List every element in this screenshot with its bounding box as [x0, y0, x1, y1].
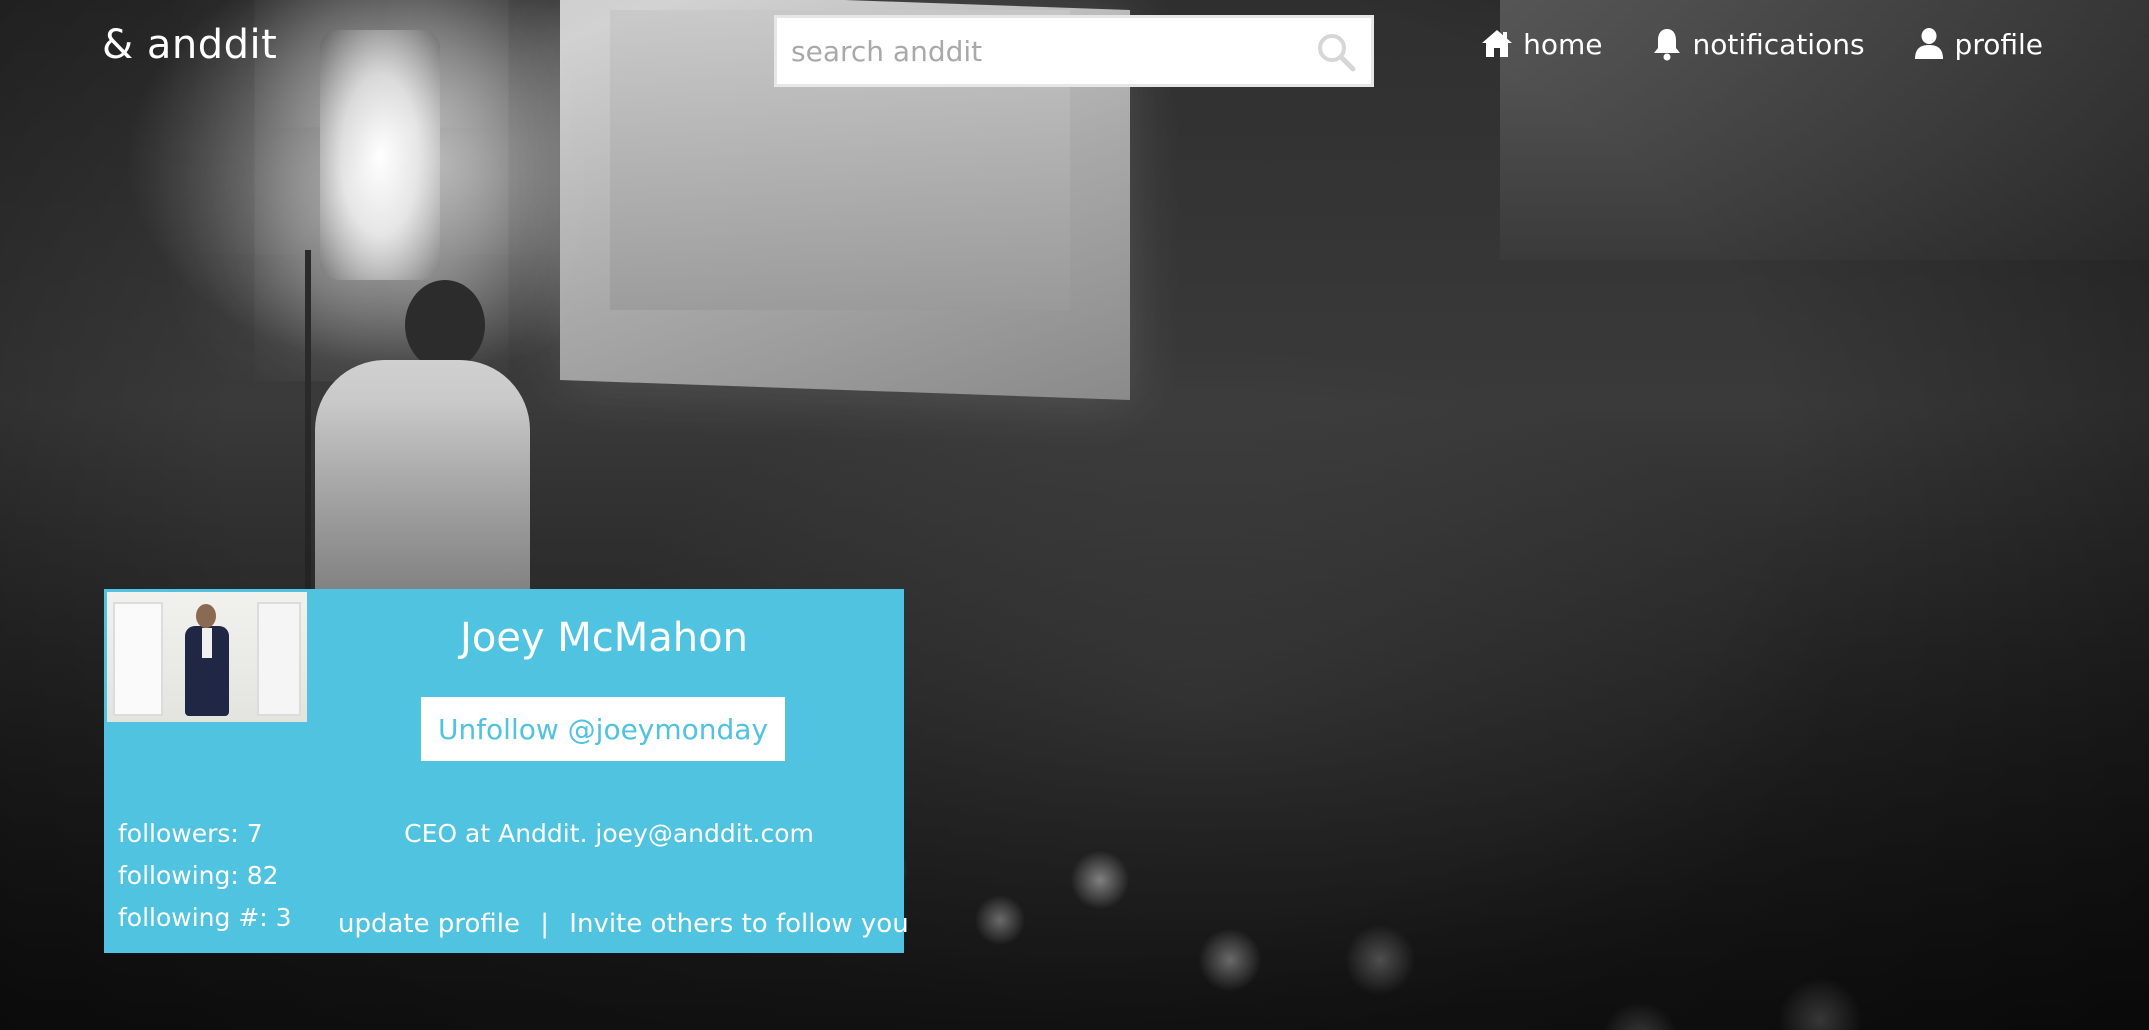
following-hashtags-count[interactable]: following #: 3 — [118, 897, 292, 939]
nav-profile-label: profile — [1954, 27, 2043, 61]
followers-count[interactable]: followers: 7 — [118, 813, 292, 855]
home-icon — [1482, 30, 1513, 57]
search-icon[interactable] — [1315, 31, 1357, 73]
search-box — [774, 15, 1374, 87]
nav-profile[interactable]: profile — [1911, 26, 2043, 62]
nav-notifications[interactable]: notifications — [1649, 26, 1865, 62]
profile-name: Joey McMahon — [460, 615, 748, 661]
invite-followers-link[interactable]: Invite others to follow you — [569, 909, 908, 939]
profile-stats: followers: 7 following: 82 following #: … — [118, 813, 292, 939]
actions-separator: | — [540, 909, 550, 939]
avatar — [107, 592, 307, 722]
search-input[interactable] — [777, 20, 1313, 82]
brand-logo[interactable]: & anddit — [102, 22, 277, 68]
nav-home-label: home — [1523, 27, 1603, 61]
user-icon — [1914, 28, 1943, 59]
page: & anddit home notifications — [0, 0, 2149, 1030]
unfollow-button[interactable]: Unfollow @joeymonday — [421, 697, 785, 761]
bell-icon — [1653, 29, 1680, 61]
nav-home[interactable]: home — [1479, 26, 1603, 62]
nav-notifications-label: notifications — [1692, 27, 1865, 61]
avatar-shirt — [202, 628, 212, 658]
avatar-bg-window-left — [113, 602, 163, 716]
profile-bio: CEO at Anddit. joey@anddit.com — [404, 819, 814, 848]
avatar-head — [196, 604, 216, 628]
top-nav: home notifications profile — [1479, 26, 2043, 62]
following-count[interactable]: following: 82 — [118, 855, 292, 897]
avatar-bg-window-right — [257, 602, 301, 716]
profile-card: Joey McMahon Unfollow @joeymonday follow… — [104, 589, 909, 953]
profile-actions: update profile | Invite others to follow… — [338, 909, 909, 939]
update-profile-link[interactable]: update profile — [338, 909, 520, 939]
